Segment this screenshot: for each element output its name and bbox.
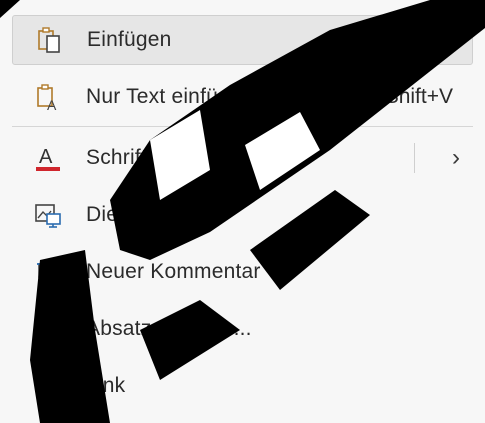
menu-item-paste-text-only[interactable]: A Nur Text einfügen Strg+Shift+V bbox=[12, 72, 473, 122]
this-device-icon bbox=[32, 199, 64, 231]
menu-item-label: Dieses Gerät bbox=[86, 203, 211, 226]
menu-item-label: Absatzoptionen... bbox=[86, 317, 252, 340]
chevron-right-icon[interactable]: › bbox=[452, 144, 460, 172]
svg-text:¶: ¶ bbox=[49, 327, 57, 343]
menu-item-font-color[interactable]: A Schriftfarbe Rot › bbox=[12, 133, 473, 183]
paragraph-options-icon: ¶ bbox=[32, 313, 64, 345]
menu-item-paragraph-options[interactable]: ¶ Absatzoptionen... bbox=[12, 304, 473, 354]
menu-item-label: Neuer Kommentar bbox=[86, 260, 261, 283]
menu-item-label: Link bbox=[86, 374, 126, 397]
clipboard-paste-icon bbox=[33, 24, 65, 56]
menu-separator bbox=[12, 126, 473, 127]
menu-item-this-device[interactable]: Dieses Gerät bbox=[12, 190, 473, 240]
svg-text:A: A bbox=[39, 146, 53, 168]
menu-item-link[interactable]: Link bbox=[12, 361, 473, 411]
context-menu: Einfügen Strg+V A Nur Text einfügen Strg… bbox=[0, 0, 485, 423]
menu-item-paste[interactable]: Einfügen Strg+V bbox=[12, 15, 473, 65]
new-comment-icon bbox=[32, 256, 64, 288]
svg-text:A: A bbox=[47, 97, 57, 112]
menu-item-shortcut: Strg+V bbox=[387, 28, 452, 51]
menu-item-label: Nur Text einfügen bbox=[86, 85, 254, 108]
menu-item-shortcut: Strg+Shift+V bbox=[333, 85, 453, 108]
font-color-icon: A bbox=[32, 142, 64, 174]
menu-item-label: Einfügen bbox=[87, 28, 172, 51]
menu-item-new-comment[interactable]: Neuer Kommentar bbox=[12, 247, 473, 297]
link-icon bbox=[32, 370, 64, 402]
menu-item-label: Schriftfarbe Rot bbox=[86, 146, 236, 169]
split-divider bbox=[414, 143, 415, 173]
paste-text-only-icon: A bbox=[32, 81, 64, 113]
